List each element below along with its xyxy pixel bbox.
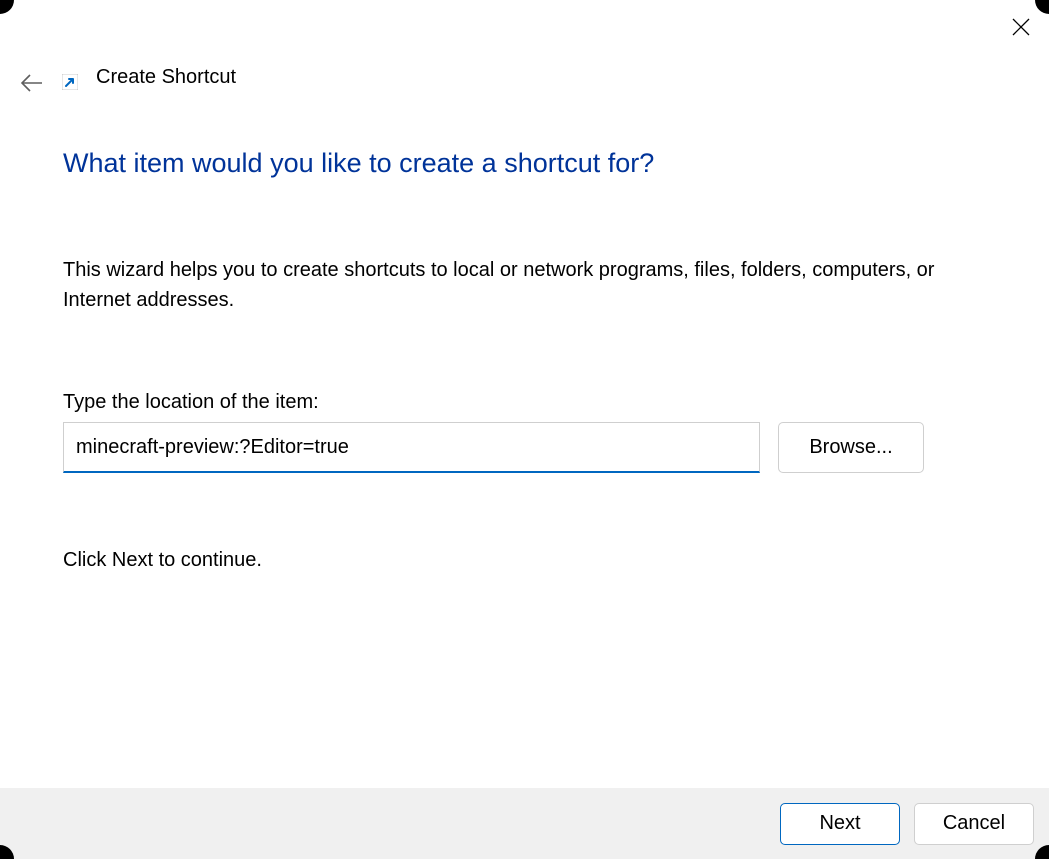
location-field-label: Type the location of the item:: [63, 391, 986, 414]
wizard-description: This wizard helps you to create shortcut…: [63, 255, 983, 315]
cancel-button[interactable]: Cancel: [914, 803, 1034, 845]
continue-instruction: Click Next to continue.: [63, 549, 986, 572]
back-button[interactable]: [14, 66, 50, 102]
wizard-footer: Next Cancel: [0, 788, 1049, 859]
close-button[interactable]: [1007, 14, 1035, 42]
close-icon: [1012, 18, 1030, 39]
next-button[interactable]: Next: [780, 803, 900, 845]
shortcut-overlay-icon: [62, 74, 78, 90]
browse-button[interactable]: Browse...: [778, 422, 924, 473]
arrow-left-icon: [19, 70, 45, 99]
wizard-title: Create Shortcut: [96, 66, 236, 89]
page-heading: What item would you like to create a sho…: [63, 148, 986, 179]
location-input[interactable]: [63, 422, 760, 473]
